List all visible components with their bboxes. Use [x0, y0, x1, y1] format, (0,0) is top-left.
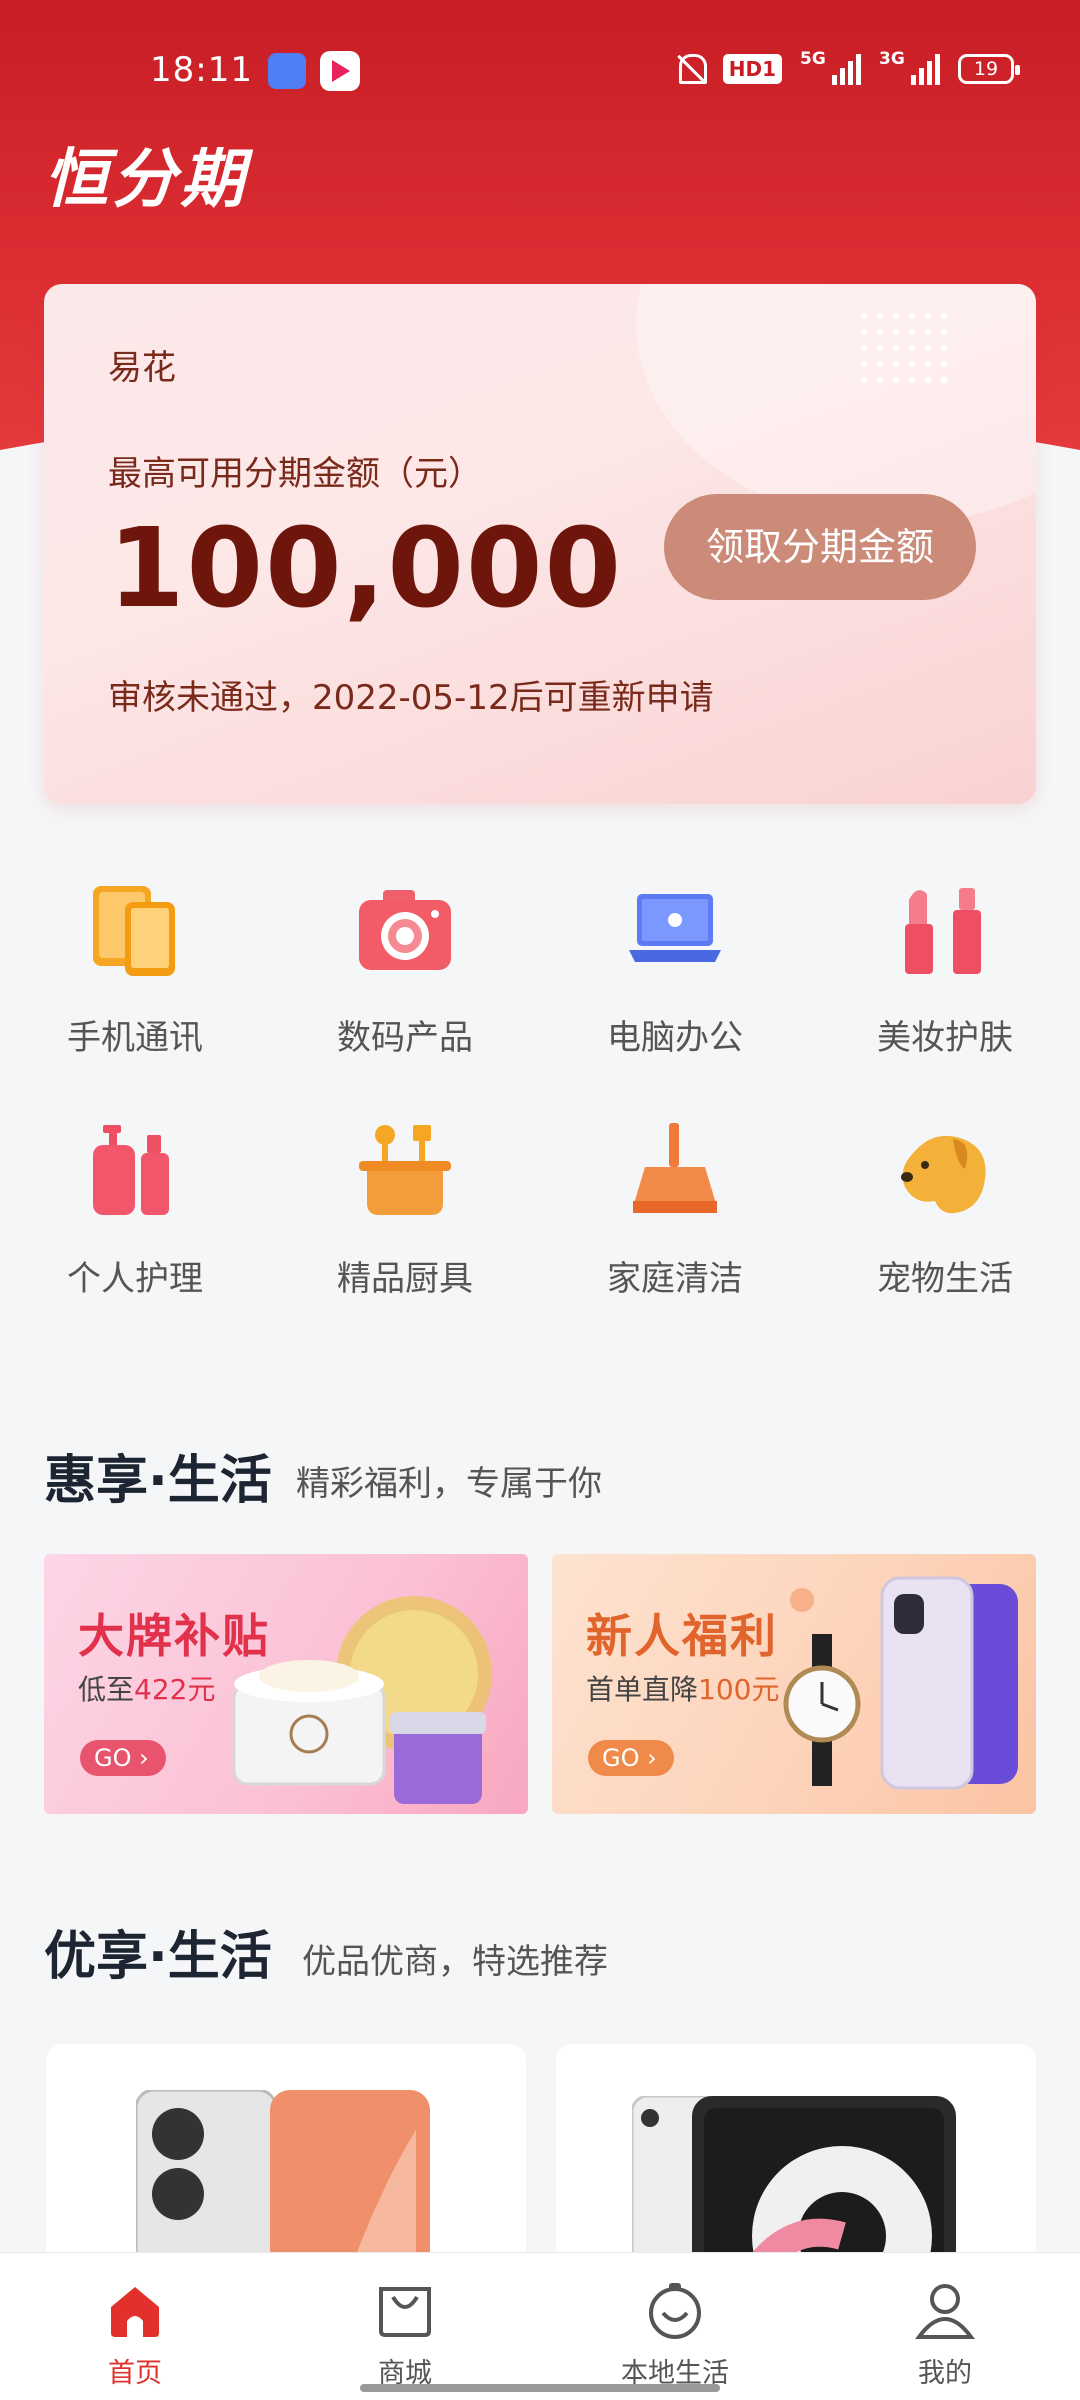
category-digital[interactable]: 数码产品: [270, 880, 540, 1059]
tab-label: 首页: [108, 2358, 162, 2389]
phone-icon: [85, 880, 185, 980]
promo-desc-prefix: 首单直降: [586, 1673, 699, 1706]
category-beauty[interactable]: 美妆护肤: [810, 880, 1080, 1059]
category-grid: 手机通讯 数码产品 电脑办公 美妆护肤 个人护理 精品厨具 家庭清洁 宠物生活: [0, 880, 1080, 1300]
shopping-bag-icon: [375, 2281, 435, 2341]
category-label: 个人护理: [67, 1259, 203, 1299]
promo-desc-highlight: 422元: [134, 1673, 216, 1706]
category-label: 手机通讯: [67, 1018, 203, 1058]
go-label: GO: [602, 1744, 640, 1772]
bottom-tab-bar: 首页 商城 本地生活 我的: [0, 2252, 1080, 2400]
tab-label: 我的: [918, 2358, 972, 2389]
category-kitchen[interactable]: 精品厨具: [270, 1121, 540, 1300]
category-label: 宠物生活: [877, 1259, 1013, 1299]
local-life-icon: [645, 2281, 705, 2341]
video-app-notification-icon: [320, 51, 360, 91]
credit-limit-amount: 100,000: [108, 504, 624, 632]
category-personal-care[interactable]: 个人护理: [0, 1121, 270, 1300]
app-notification-icon: [268, 53, 306, 89]
phone-watch-image: [783, 1576, 1018, 1790]
page-title: 恒分期: [44, 143, 248, 217]
section-subtitle-benefits: 精彩福利，专属于你: [296, 1464, 602, 1504]
broom-icon: [625, 1121, 725, 1221]
category-label: 家庭清洁: [607, 1259, 743, 1299]
tab-home[interactable]: 首页: [0, 2253, 270, 2400]
category-label: 数码产品: [337, 1018, 473, 1058]
signal-3g-label: 3G: [879, 49, 905, 69]
category-label: 电脑办公: [607, 1018, 743, 1058]
tab-mall[interactable]: 商城: [270, 2253, 540, 2400]
profile-icon: [915, 2281, 975, 2341]
signal-5g-label: 5G: [800, 49, 826, 69]
credit-limit-card: 易花 最高可用分期金额（元） 100,000 领取分期金额 审核未通过，2022…: [44, 284, 1036, 804]
battery-icon: 19: [958, 54, 1020, 84]
promo-desc: 低至422元: [78, 1668, 215, 1708]
signal-5g-icon: 5G: [800, 49, 861, 85]
promo-brand-subsidy[interactable]: 大牌补贴 低至422元 GO ›: [44, 1554, 528, 1814]
camera-icon: [355, 880, 455, 980]
category-label: 美妆护肤: [877, 1018, 1013, 1058]
promo-new-user[interactable]: 新人福利 首单直降100元 GO ›: [552, 1554, 1036, 1814]
category-phone[interactable]: 手机通讯: [0, 880, 270, 1059]
hd-voice-badge: HD1: [722, 54, 782, 84]
credit-provider: 易花: [108, 348, 176, 388]
lipstick-icon: [895, 880, 995, 980]
mute-bell-icon: [675, 52, 707, 86]
promo-desc-highlight: 100元: [698, 1673, 780, 1706]
tab-profile[interactable]: 我的: [810, 2253, 1080, 2400]
category-label: 精品厨具: [337, 1259, 473, 1299]
promo-desc-prefix: 低至: [78, 1673, 135, 1706]
lotion-icon: [85, 1121, 185, 1221]
home-icon: [105, 2281, 165, 2341]
promo-go-button[interactable]: GO ›: [80, 1740, 166, 1776]
application-status-note: 审核未通过，2022-05-12后可重新申请: [108, 678, 714, 718]
credit-limit-label: 最高可用分期金额（元）: [108, 454, 482, 494]
category-cleaning[interactable]: 家庭清洁: [540, 1121, 810, 1300]
cosmetics-image: [232, 1596, 492, 1804]
promo-title: 新人福利: [586, 1609, 778, 1663]
laptop-icon: [625, 880, 725, 980]
home-indicator[interactable]: [360, 2384, 720, 2392]
decorative-dots: [856, 308, 956, 394]
section-subtitle-picks: 优品优商，特选推荐: [302, 1942, 608, 1982]
promo-desc: 首单直降100元: [586, 1668, 779, 1708]
status-time: 18:11: [150, 50, 253, 90]
go-label: GO: [94, 1744, 132, 1772]
category-computer[interactable]: 电脑办公: [540, 880, 810, 1059]
section-title-benefits: 惠享·生活: [44, 1451, 272, 1511]
promo-go-button[interactable]: GO ›: [588, 1740, 674, 1776]
tab-local-life[interactable]: 本地生活: [540, 2253, 810, 2400]
status-bar: 18:11 HD1 5G 3G 19: [0, 0, 1080, 140]
signal-3g-icon: 3G: [879, 49, 940, 85]
dog-icon: [895, 1121, 995, 1221]
cookware-icon: [355, 1121, 455, 1221]
claim-installment-button[interactable]: 领取分期金额: [664, 494, 976, 600]
section-title-picks: 优享·生活: [44, 1927, 272, 1987]
category-pet[interactable]: 宠物生活: [810, 1121, 1080, 1300]
